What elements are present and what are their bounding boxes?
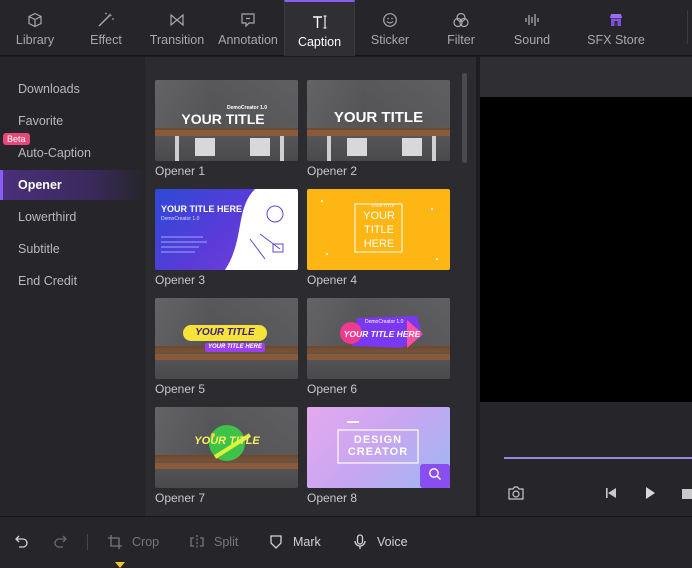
tab-sfx-store[interactable]: SFX Store [567,0,665,56]
tab-sfx-store-label: SFX Store [587,33,645,47]
tab-sticker[interactable]: Sticker [355,0,425,56]
opener-8-title: DESIGN CREATOR [347,434,409,458]
split-button[interactable]: Split [188,517,238,567]
opener-5-art [155,325,298,360]
opener-5-subtitle: YOUR TITLE HERE [207,344,262,350]
previous-frame-icon[interactable] [603,485,619,506]
category-end-credit[interactable]: End Credit [0,266,145,296]
crop-label: Crop [132,535,160,549]
bottom-toolbar: Crop Split Mark Voice [0,516,692,568]
beta-badge: Beta [3,133,30,145]
opener-6-small-text: DemoCreator 1.0 [365,319,404,325]
opener-5-caption: Opener 5 [155,382,206,396]
mark-button[interactable]: Mark [267,517,321,567]
split-icon [188,533,206,551]
tab-caption[interactable]: Caption [284,0,355,56]
play-icon[interactable] [643,485,657,506]
opener-4-caption: Opener 4 [307,273,358,287]
voice-button[interactable]: Voice [351,517,408,567]
mark-label: Mark [293,535,321,549]
opener-7-title: YOUR TITLE [194,435,260,447]
tab-sound-label: Sound [513,33,551,47]
opener-4-thumbnail[interactable]: YOUR TITLE YOUR TITLE HERE [307,189,450,270]
preview-header [480,57,692,97]
tab-annotation[interactable]: Annotation [212,0,284,56]
opener-2-caption: Opener 2 [307,164,358,178]
opener-2-thumbnail[interactable]: YOUR TITLE [307,80,450,161]
stop-icon[interactable] [680,487,692,505]
circles-icon [451,11,471,29]
text-cursor-icon [310,13,330,31]
undo-icon[interactable] [14,533,30,554]
opener-3-small-text: DemoCreator 1.0 [161,216,200,222]
tab-effect-label: Effect [90,33,122,47]
opener-1-title: YOUR TITLE [181,111,265,127]
crop-button[interactable]: Crop [106,517,159,567]
opener-5-thumbnail[interactable]: YOUR TITLE YOUR TITLE HERE [155,298,298,379]
opener-7-caption: Opener 7 [155,491,206,505]
tab-transition[interactable]: Transition [142,0,212,56]
category-list: Downloads Favorite Auto-Caption Opener L… [0,57,145,516]
timeline-playhead[interactable] [115,562,125,568]
opener-5-title: YOUR TITLE [195,327,255,338]
category-favorite[interactable]: Favorite [0,106,145,136]
opener-3-title: YOUR TITLE HERE [161,204,243,214]
opener-6-thumbnail[interactable]: DemoCreator 1.0 YOUR TITLE HERE [307,298,450,379]
opener-6-title: YOUR TITLE HERE [343,329,421,339]
preview-search-button[interactable] [420,464,450,488]
preview-screen [480,97,692,402]
tab-sound[interactable]: Sound [497,0,567,56]
redo-icon[interactable] [52,533,68,554]
microphone-icon [351,533,369,551]
opener-1-caption: Opener 1 [155,164,206,178]
opener-7-thumbnail[interactable]: YOUR TITLE [155,407,298,488]
magic-wand-icon [96,11,116,29]
tab-filter-label: Filter [447,33,475,47]
cube-icon [25,11,45,29]
bottom-divider [87,534,88,550]
opener-4-small-text: YOUR TITLE [371,203,395,208]
opener-1-thumbnail[interactable]: DemoCreator 1.0 YOUR TITLE [155,80,298,161]
waveform-icon [522,11,542,29]
crop-icon [106,533,124,551]
tab-annotation-label: Annotation [218,33,278,47]
thumbnail-scrollbar[interactable] [462,73,467,163]
top-toolbar: Library Effect Transition Annotation Cap… [0,0,692,56]
bowtie-icon [167,11,187,29]
opener-7-art [155,425,298,469]
shield-mark-icon [267,533,285,551]
category-downloads[interactable]: Downloads [0,74,145,104]
tab-transition-label: Transition [149,33,205,47]
opener-8-thumbnail[interactable]: DESIGN CREATOR [307,407,450,488]
tab-sticker-label: Sticker [370,33,410,47]
category-opener[interactable]: Opener [0,170,145,200]
tab-library-label: Library [15,33,55,47]
opener-4-title: YOUR TITLE HERE [363,210,395,250]
preview-progress-bar[interactable] [504,457,692,459]
toolbar-divider [687,10,688,44]
annotation-icon [238,11,258,29]
voice-label: Voice [377,535,408,549]
preview-panel [480,57,692,516]
category-lowerthird[interactable]: Lowerthird [0,202,145,232]
snapshot-icon[interactable] [507,485,525,506]
category-subtitle[interactable]: Subtitle [0,234,145,264]
search-icon [428,467,442,486]
tab-caption-label: Caption [297,35,342,49]
opener-3-thumbnail[interactable]: YOUR TITLE HERE DemoCreator 1.0 [155,189,298,270]
opener-2-title: YOUR TITLE [333,109,424,126]
opener-6-caption: Opener 6 [307,382,358,396]
opener-3-caption: Opener 3 [155,273,206,287]
tab-filter[interactable]: Filter [425,0,497,56]
opener-3-art [161,189,298,270]
store-icon [606,11,626,29]
tab-library[interactable]: Library [0,0,70,56]
opener-8-caption: Opener 8 [307,491,358,505]
tab-effect[interactable]: Effect [70,0,142,56]
split-label: Split [214,535,239,549]
smiley-icon [380,11,400,29]
